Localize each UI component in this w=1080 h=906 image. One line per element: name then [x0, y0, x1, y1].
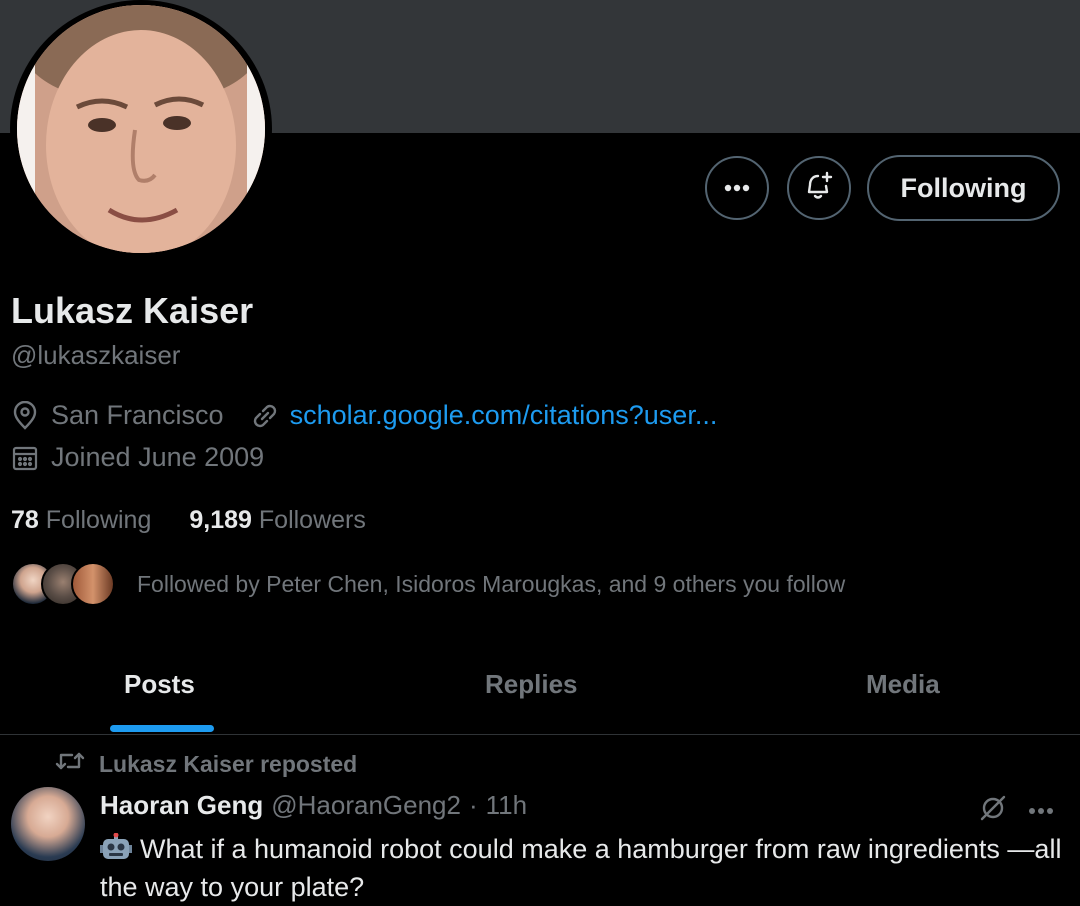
post-author-handle[interactable]: @HaoranGeng2: [271, 790, 461, 821]
profile-website-link[interactable]: scholar.google.com/citations?user...: [290, 400, 718, 431]
post-separator: ·: [468, 790, 478, 820]
tab-replies[interactable]: Replies: [485, 669, 578, 700]
profile-location-row: San Francisco scholar.google.com/citatio…: [11, 400, 717, 431]
more-icon: [724, 179, 750, 197]
post-author-avatar[interactable]: [11, 787, 85, 861]
post-header: Haoran Geng @HaoranGeng2 · 11h: [100, 790, 527, 821]
followers-count: 9,189: [189, 506, 252, 534]
profile-name: Lukasz Kaiser: [11, 290, 254, 331]
tab-media[interactable]: Media: [866, 669, 940, 700]
profile-joined: Joined June 2009: [51, 442, 265, 472]
profile-location: San Francisco: [51, 400, 224, 430]
calendar-icon: [11, 443, 39, 473]
avatar-photo: [17, 5, 265, 253]
repost-label[interactable]: Lukasz Kaiser reposted: [99, 751, 357, 778]
followed-by-text: Followed by Peter Chen, Isidoros Marougk…: [137, 570, 846, 597]
follower-avatar: [71, 562, 115, 606]
grok-icon[interactable]: [978, 793, 1008, 828]
post-body[interactable]: What if a humanoid robot could make a ha…: [100, 830, 1070, 906]
tabs-divider: [0, 734, 1080, 735]
profile-handle: @lukaszkaiser: [11, 340, 181, 370]
profile-joined-row: Joined June 2009: [11, 442, 264, 473]
profile-avatar[interactable]: [10, 0, 272, 258]
active-tab-indicator: [110, 725, 214, 732]
following-button[interactable]: Following: [867, 155, 1060, 221]
followers-label: Followers: [258, 506, 366, 534]
post-time[interactable]: 11h: [486, 790, 527, 821]
notification-button[interactable]: [787, 156, 851, 220]
following-count: 78: [11, 506, 39, 534]
follow-counts: 78 Following 9,189 Followers: [11, 506, 366, 535]
repost-icon: [55, 750, 85, 778]
following-count-link[interactable]: 78 Following: [11, 506, 151, 535]
followers-count-link[interactable]: 9,189 Followers: [189, 506, 366, 535]
following-label: Following: [45, 506, 152, 534]
repost-indicator: Lukasz Kaiser reposted: [55, 750, 357, 778]
post-more-icon[interactable]: [1028, 802, 1054, 820]
robot-emoji-icon: [100, 832, 132, 863]
post-text: What if a humanoid robot could make a ha…: [100, 834, 1062, 902]
post-actions: [978, 793, 1054, 828]
post-author-name[interactable]: Haoran Geng: [100, 790, 263, 821]
bell-plus-icon: [803, 170, 835, 207]
more-button[interactable]: [705, 156, 769, 220]
link-icon: [250, 401, 280, 431]
tab-posts[interactable]: Posts: [124, 669, 195, 700]
followed-by-row[interactable]: Followed by Peter Chen, Isidoros Marougk…: [11, 562, 845, 606]
location-pin-icon: [11, 400, 39, 431]
